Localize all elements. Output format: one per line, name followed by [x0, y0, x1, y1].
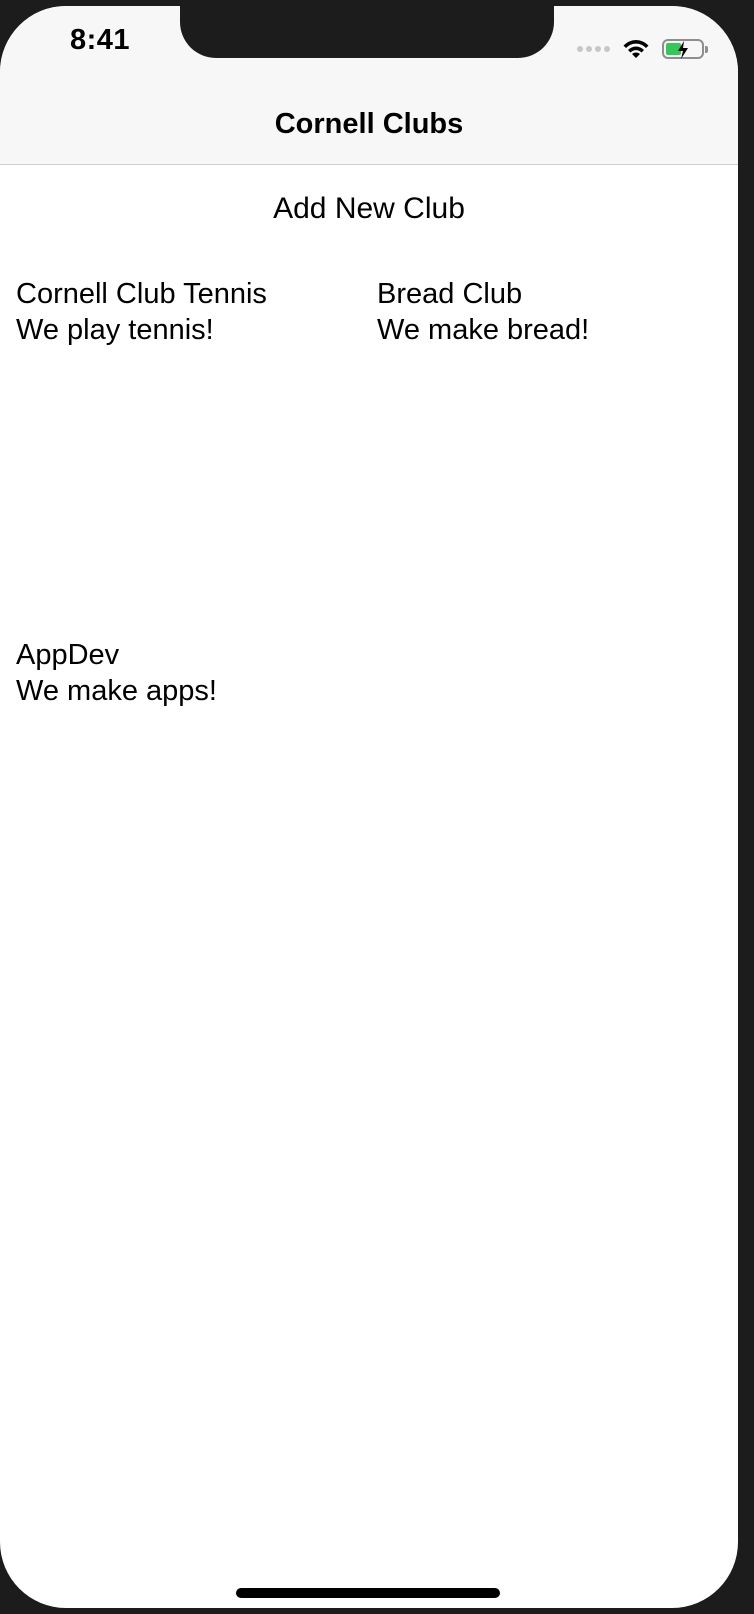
club-name: Bread Club: [377, 278, 523, 310]
club-cell[interactable]: Bread Club We make bread!: [377, 276, 717, 616]
battery-charging-icon: [662, 39, 708, 59]
home-indicator[interactable]: [236, 1588, 500, 1598]
club-description: We make apps!: [16, 675, 217, 707]
club-name: AppDev: [16, 639, 120, 671]
bolt-icon: [678, 41, 688, 59]
wifi-icon: [623, 40, 649, 58]
status-icons: [577, 34, 708, 64]
notch: [180, 6, 554, 58]
club-name: Cornell Club Tennis: [16, 278, 267, 310]
device-frame: 8:41 Cornell Clubs Add New Club Cornell …: [0, 0, 754, 1614]
status-bar: 8:41: [0, 6, 738, 78]
club-description: We play tennis!: [16, 314, 214, 346]
status-time: 8:41: [70, 24, 131, 56]
phone-screen: 8:41 Cornell Clubs Add New Club Cornell …: [0, 6, 738, 1608]
page-title: Cornell Clubs: [274, 108, 464, 140]
club-cell[interactable]: Cornell Club Tennis We play tennis!: [16, 276, 356, 616]
signal-icon: [577, 46, 610, 52]
club-description: We make bread!: [377, 314, 590, 346]
navigation-bar: Cornell Clubs: [0, 78, 738, 165]
club-cell[interactable]: AppDev We make apps!: [16, 637, 356, 977]
add-new-club-button[interactable]: Add New Club: [0, 192, 738, 226]
